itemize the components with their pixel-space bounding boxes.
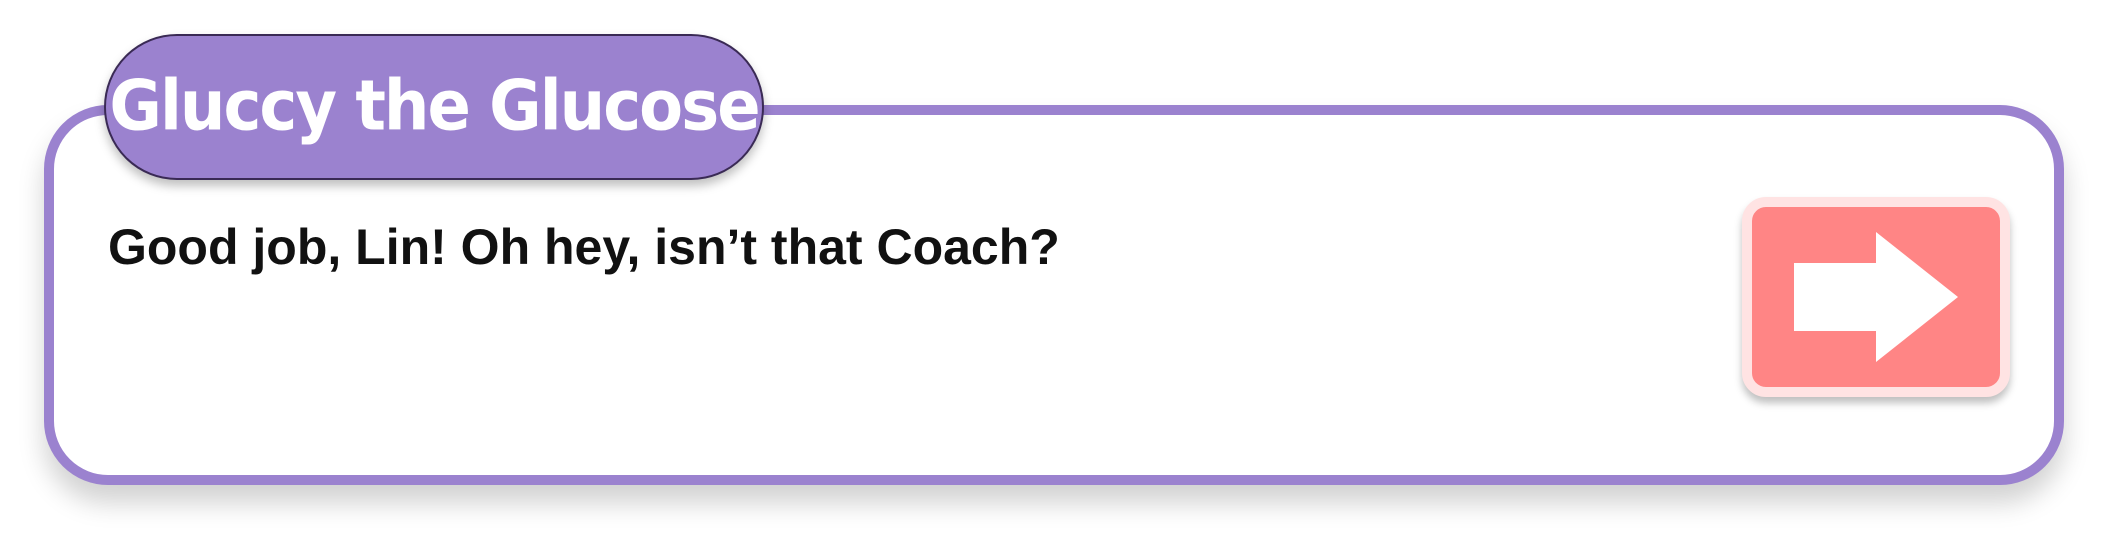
dialog-text: Good job, Lin! Oh hey, isn’t that Coach? [108, 219, 1060, 275]
arrow-right-icon [1794, 232, 1958, 362]
speaker-name-tag: Gluccy the Glucose [104, 34, 764, 180]
dialog-screen: Gluccy the Glucose Good job, Lin! Oh hey… [0, 0, 2119, 539]
next-button[interactable] [1742, 197, 2010, 397]
speaker-name: Gluccy the Glucose [109, 67, 760, 147]
